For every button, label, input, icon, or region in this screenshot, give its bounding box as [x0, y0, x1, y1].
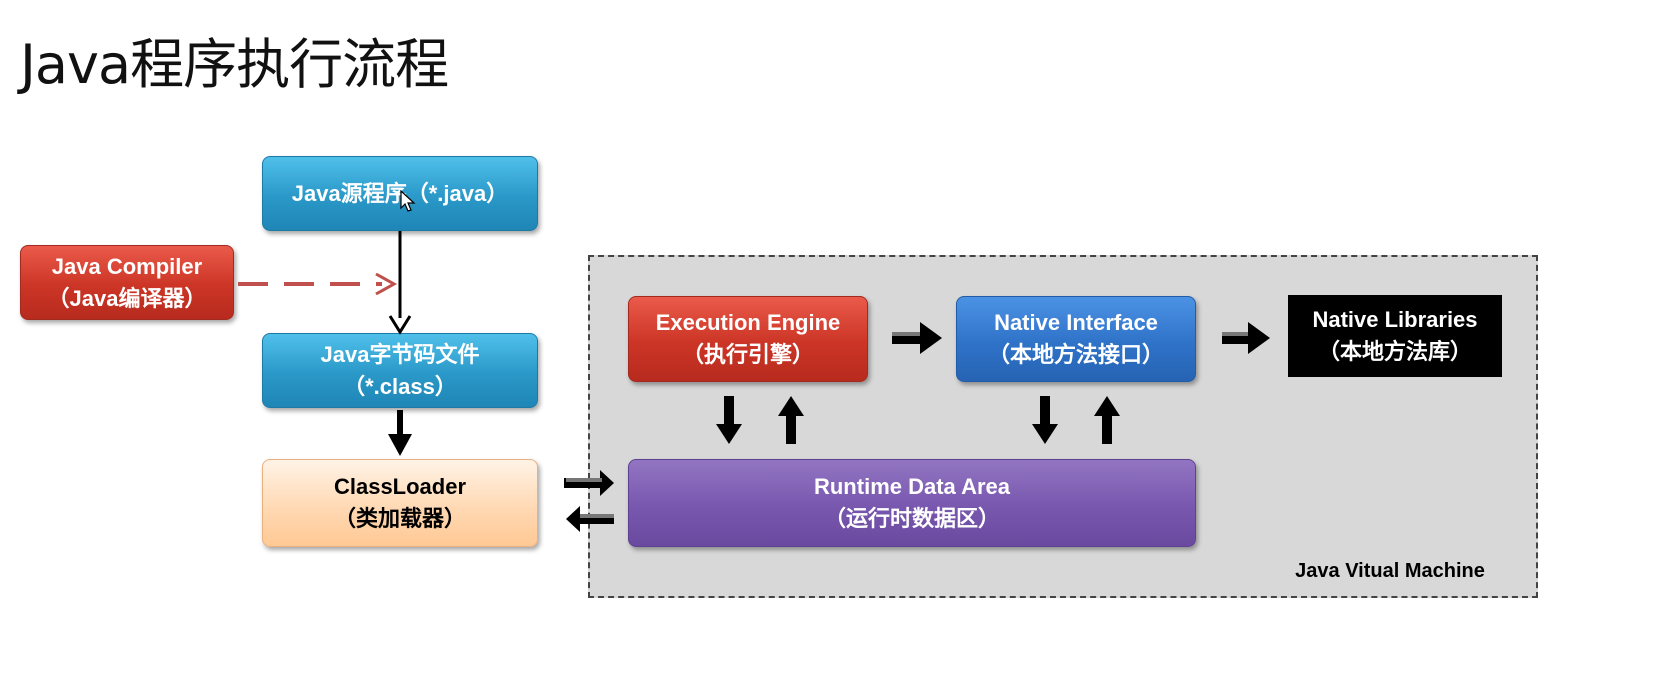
arrow-compiler-dashed: [238, 272, 398, 296]
arrow-interface-down: [1032, 396, 1058, 444]
arrow-runtime-to-classloader: [566, 506, 614, 532]
arrow-engine-up: [778, 396, 804, 444]
arrow-engine-to-interface: [892, 322, 942, 354]
arrow-interface-to-libraries: [1222, 322, 1270, 354]
arrow-engine-down: [716, 396, 742, 444]
arrow-source-to-bytecode: [388, 231, 412, 335]
arrow-classloader-to-runtime: [564, 470, 614, 496]
arrow-interface-up: [1094, 396, 1120, 444]
arrow-bytecode-to-classloader: [388, 410, 412, 456]
connector-layer: [238, 231, 1270, 532]
mouse-cursor-icon: [400, 190, 416, 212]
